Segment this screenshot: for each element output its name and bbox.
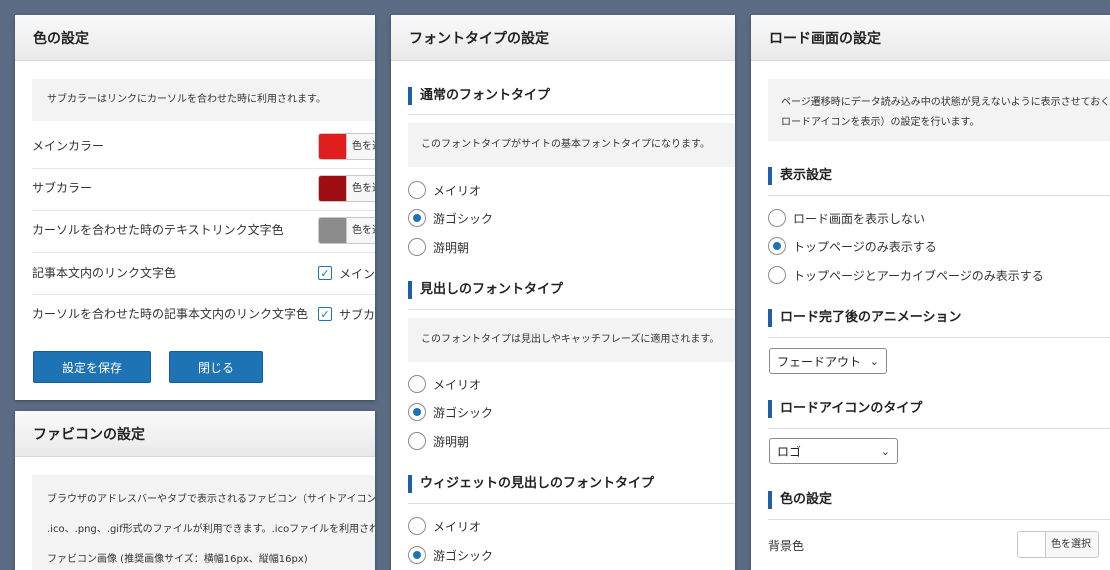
heading-font-title: 見出しのフォントタイプ <box>408 281 563 299</box>
article-hover-link-color-checkbox[interactable]: ✓ <box>318 307 332 321</box>
sub-color-label: サブカラー <box>32 181 93 195</box>
widget-font-option-meiryo[interactable]: メイリオ <box>408 516 481 536</box>
main-color-swatch <box>319 134 347 159</box>
chevron-down-icon: ⌄ <box>880 444 890 458</box>
section-divider <box>768 519 1110 520</box>
section-divider <box>768 337 1110 338</box>
radio-label: メイリオ <box>433 377 482 392</box>
divider <box>32 252 375 253</box>
radio-button-selected[interactable] <box>768 237 786 255</box>
display-option-top-and-archive[interactable]: トップページとアーカイブページのみ表示する <box>768 265 1044 285</box>
animation-title: ロード完了後のアニメーション <box>768 309 961 327</box>
radio-button[interactable] <box>408 517 426 535</box>
animation-select[interactable]: フェードアウト ⌄ <box>769 348 887 374</box>
radio-button[interactable] <box>408 238 426 256</box>
font-settings-title: フォントタイプの設定 <box>391 15 735 61</box>
hover-link-color-button[interactable]: 色を選 <box>347 218 375 243</box>
display-settings-title: 表示設定 <box>768 167 832 185</box>
radio-button-selected[interactable] <box>408 546 426 564</box>
normal-font-option-meiryo[interactable]: メイリオ <box>408 180 481 200</box>
main-color-button[interactable]: 色を選 <box>347 134 375 159</box>
display-option-top-only[interactable]: トップページのみ表示する <box>768 236 937 256</box>
main-color-label: メインカラー <box>32 139 105 153</box>
color-note: サブカラーはリンクにカーソルを合わせた時に利用されます。 <box>32 79 375 121</box>
favicon-settings-panel: ファビコンの設定 ブラウザのアドレスバーやタブで表示されるファビコン（サイトアイ… <box>15 411 375 570</box>
background-color-swatch <box>1018 532 1046 557</box>
section-divider <box>768 428 1110 429</box>
radio-label: 游明朝 <box>433 240 470 255</box>
normal-font-option-yumincho[interactable]: 游明朝 <box>408 237 469 257</box>
heading-font-option-yumincho[interactable]: 游明朝 <box>408 431 469 451</box>
article-link-color-checkbox[interactable]: ✓ <box>318 266 332 280</box>
load-note-line2: ロードアイコンを表示）の設定を行います。 <box>781 117 980 128</box>
heading-font-note: このフォントタイプは見出しやキャッチフレーズに適用されます。 <box>408 318 735 362</box>
favicon-note-line2: .ico、.png、.gif形式のファイルが利用できます。.icoファイルを利用… <box>47 524 375 535</box>
sub-color-swatch <box>319 176 347 201</box>
radio-label: メイリオ <box>433 183 482 198</box>
section-divider <box>408 114 735 115</box>
favicon-note-box: ブラウザのアドレスバーやタブで表示されるファビコン（サイトアイコン） .ico、… <box>32 475 375 570</box>
background-color-label: 背景色 <box>768 539 805 553</box>
radio-button[interactable] <box>408 432 426 450</box>
hover-link-color-picker[interactable]: 色を選 <box>318 217 375 244</box>
hover-link-color-swatch <box>319 218 347 243</box>
font-settings-panel: フォントタイプの設定 通常のフォントタイプ このフォントタイプがサイトの基本フォ… <box>391 15 735 570</box>
section-divider <box>408 503 735 504</box>
load-note-line1: ページ遷移時にデータ読み込み中の状態が見えないように表示させておく <box>781 97 1110 108</box>
radio-button[interactable] <box>408 181 426 199</box>
favicon-image-size-label: ファビコン画像 (推奨画像サイズ：横幅16px、縦幅16px) <box>47 554 308 565</box>
color-settings-panel: 色の設定 サブカラーはリンクにカーソルを合わせた時に利用されます。 メインカラー… <box>15 15 375 400</box>
chevron-down-icon: ⌄ <box>869 354 879 368</box>
radio-label: トップページのみ表示する <box>793 239 937 254</box>
main-color-picker[interactable]: 色を選 <box>318 133 375 160</box>
radio-button-selected[interactable] <box>408 403 426 421</box>
load-icon-type-value: ロゴ <box>777 444 802 459</box>
divider <box>32 168 375 169</box>
radio-button[interactable] <box>408 375 426 393</box>
radio-label: 游ゴシック <box>433 405 494 420</box>
display-option-none[interactable]: ロード画面を表示しない <box>768 208 925 228</box>
radio-button[interactable] <box>768 209 786 227</box>
widget-heading-font-title: ウィジェットの見出しのフォントタイプ <box>408 475 654 493</box>
load-icon-type-title: ロードアイコンのタイプ <box>768 400 922 418</box>
widget-font-option-yugothic[interactable]: 游ゴシック <box>408 545 493 565</box>
favicon-settings-title: ファビコンの設定 <box>15 411 375 457</box>
animation-select-value: フェードアウト <box>777 354 862 369</box>
load-screen-settings-panel: ロード画面の設定 ページ遷移時にデータ読み込み中の状態が見えないように表示させて… <box>751 15 1110 570</box>
article-link-color-label: 記事本文内のリンク文字色 <box>32 266 177 280</box>
divider <box>32 294 375 295</box>
close-button[interactable]: 閉じる <box>169 351 263 383</box>
radio-label: 游ゴシック <box>433 211 494 226</box>
heading-font-option-meiryo[interactable]: メイリオ <box>408 374 481 394</box>
background-color-picker[interactable]: 色を選択 <box>1017 531 1099 558</box>
normal-font-title: 通常のフォントタイプ <box>408 87 550 105</box>
color-settings-title: 色の設定 <box>15 15 375 61</box>
article-hover-link-color-label: カーソルを合わせた時の記事本文内のリンク文字色 <box>32 307 309 321</box>
load-screen-settings-title: ロード画面の設定 <box>751 15 1110 61</box>
section-divider <box>768 195 1110 196</box>
article-hover-link-color-option: サブカ <box>339 308 375 322</box>
normal-font-option-yugothic[interactable]: 游ゴシック <box>408 208 493 228</box>
radio-label: トップページとアーカイブページのみ表示する <box>793 268 1044 283</box>
sub-color-picker[interactable]: 色を選 <box>318 175 375 202</box>
load-screen-note: ページ遷移時にデータ読み込み中の状態が見えないように表示させておく ロードアイコ… <box>768 79 1110 141</box>
load-icon-type-select[interactable]: ロゴ ⌄ <box>769 438 898 464</box>
normal-font-note: このフォントタイプがサイトの基本フォントタイプになります。 <box>408 123 735 167</box>
hover-link-color-label: カーソルを合わせた時のテキストリンク文字色 <box>32 223 284 237</box>
radio-label: 游ゴシック <box>433 548 494 563</box>
favicon-note-line1: ブラウザのアドレスバーやタブで表示されるファビコン（サイトアイコン） <box>47 494 375 505</box>
radio-label: メイリオ <box>433 519 482 534</box>
radio-button[interactable] <box>768 266 786 284</box>
radio-label: ロード画面を表示しない <box>793 211 926 226</box>
heading-font-option-yugothic[interactable]: 游ゴシック <box>408 402 493 422</box>
radio-button-selected[interactable] <box>408 209 426 227</box>
article-link-color-option: メイン <box>339 267 375 281</box>
section-divider <box>408 309 735 310</box>
save-settings-button[interactable]: 設定を保存 <box>33 351 151 383</box>
divider <box>32 210 375 211</box>
sub-color-button[interactable]: 色を選 <box>347 176 375 201</box>
radio-label: 游明朝 <box>433 434 470 449</box>
background-color-button[interactable]: 色を選択 <box>1046 532 1091 557</box>
load-color-settings-title: 色の設定 <box>768 491 832 509</box>
